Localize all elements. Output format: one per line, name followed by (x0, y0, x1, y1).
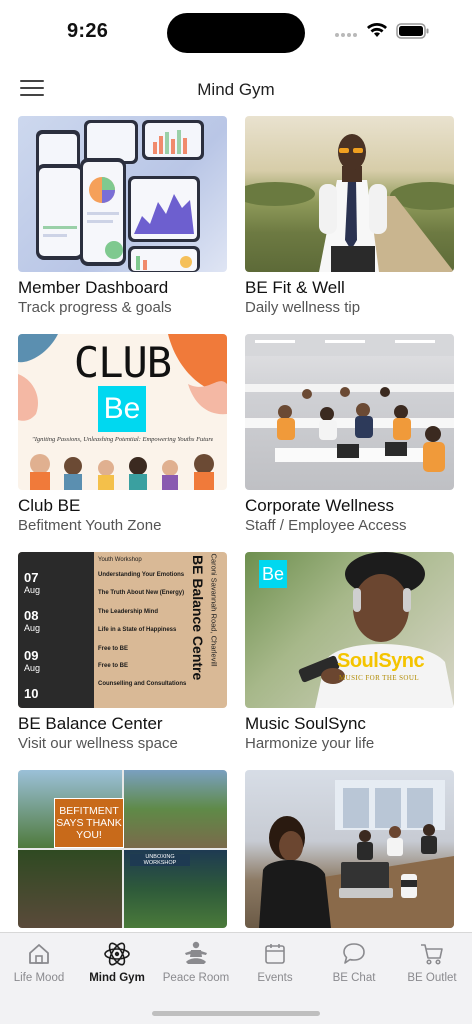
date-1: 08 Aug (24, 608, 41, 633)
session-1: Understanding Your Emotions (98, 571, 185, 578)
meditation-icon (185, 941, 207, 964)
battery-icon (396, 23, 429, 39)
card-music-soulsync[interactable]: Be SoulSync MUSIC FOR THE SOUL Music Sou… (245, 552, 454, 753)
wifi-icon (367, 23, 387, 37)
tab-be-chat[interactable]: BE Chat (315, 939, 393, 984)
workshop-sign: UNBOXING WORKSHOP (130, 854, 190, 866)
card-title: Member Dashboard (18, 278, 169, 297)
card-title: Music SoulSync (245, 714, 366, 733)
be-logo: Be (98, 386, 146, 432)
card-corporate-wellness[interactable]: Corporate Wellness Staff / Employee Acce… (245, 334, 454, 535)
date-0: 07 Aug (24, 570, 41, 595)
tab-mind-gym[interactable]: Mind Gym (78, 939, 156, 984)
card-club-be[interactable]: CLUB Be "Igniting Passions, Unleashing P… (18, 334, 227, 535)
card-be-balance-center[interactable]: 07 Aug 08 Aug 09 Aug 10 Youth Workshop Unde… (18, 552, 227, 753)
navigation-bar: Mind Gym (0, 72, 472, 108)
club-be-image: CLUB Be "Igniting Passions, Unleashing P… (18, 334, 227, 490)
card-title: Club BE (18, 496, 81, 515)
session-4: Life in a State of Happiness (98, 627, 177, 634)
cellular-signal-icon (335, 33, 357, 37)
be-balance-center-image: 07 Aug 08 Aug 09 Aug 10 Youth Workshop Unde… (18, 552, 227, 708)
card-subtitle: Daily wellness tip (245, 299, 361, 316)
home-indicator[interactable] (152, 1011, 320, 1016)
session-6: Free to BE (98, 662, 129, 669)
member-dashboard-image (18, 116, 227, 272)
meeting-image (245, 770, 454, 928)
status-time: 9:26 (67, 20, 109, 42)
corporate-wellness-image (245, 334, 454, 490)
card-subtitle: Befitment Youth Zone (18, 517, 162, 534)
card-title: BE Fit & Well (245, 278, 345, 297)
card-subtitle: Harmonize your life (245, 735, 375, 752)
atom-icon (104, 942, 130, 966)
card-befitment-collage[interactable]: BEFITMENT SAYS THANK YOU! UNBOXING WORKS… (18, 770, 227, 934)
soulsync-brand-text: SoulSync (337, 650, 425, 672)
tab-peace-room[interactable]: Peace Room (157, 939, 235, 984)
tab-label: Events (257, 972, 293, 984)
be-fit-well-image (245, 116, 454, 272)
session-5: Free to BE (98, 645, 129, 652)
calendar-icon (265, 944, 285, 964)
card-meeting[interactable] (245, 770, 454, 934)
tab-events[interactable]: Events (236, 939, 314, 984)
card-member-dashboard[interactable]: Member Dashboard Track progress & goals (18, 116, 227, 317)
music-soulsync-image: Be SoulSync MUSIC FOR THE SOUL (245, 552, 454, 708)
session-2: The Truth About New (Energy) (98, 590, 185, 597)
date-3: 10 (24, 686, 39, 701)
card-subtitle: Track progress & goals (18, 299, 172, 316)
tab-label: BE Outlet (407, 972, 457, 984)
house-icon (29, 944, 49, 964)
dynamic-island (167, 13, 305, 53)
tab-label: Peace Room (162, 972, 230, 984)
session-7: Counselling and Consultations (98, 681, 187, 688)
thank-you-banner: BEFITMENT SAYS THANK YOU! (54, 798, 124, 848)
session-0: Youth Workshop (98, 557, 142, 563)
tab-be-outlet[interactable]: BE Outlet (393, 939, 471, 984)
balance-centre-side-text: BE Balance Centre (190, 555, 206, 681)
club-heading-text: CLUB (73, 338, 172, 387)
tab-label: Mind Gym (89, 972, 145, 984)
card-be-fit-well[interactable]: BE Fit & Well Daily wellness tip (245, 116, 454, 317)
balance-centre-address: Caroni Savannah Road, Charlevill (209, 553, 219, 667)
tab-label: BE Chat (332, 972, 376, 984)
card-subtitle: Staff / Employee Access (245, 517, 407, 534)
cart-icon (421, 944, 443, 965)
be-logo: Be (259, 560, 287, 588)
status-bar: 9:26 (0, 0, 472, 64)
befitment-collage-image: BEFITMENT SAYS THANK YOU! UNBOXING WORKS… (18, 770, 227, 928)
soulsync-tagline-text: MUSIC FOR THE SOUL (339, 674, 419, 682)
date-2: 09 Aug (24, 648, 41, 673)
card-subtitle: Visit our wellness space (18, 735, 178, 752)
card-title: Corporate Wellness (245, 496, 394, 515)
chat-bubble-icon (343, 943, 365, 964)
session-3: The Leadership Mind (98, 608, 159, 615)
page-title: Mind Gym (197, 80, 275, 99)
tab-life-mood[interactable]: Life Mood (0, 939, 78, 984)
club-tagline-text: "Igniting Passions, Unleashing Potential… (32, 436, 213, 443)
tab-label: Life Mood (13, 972, 65, 984)
card-title: BE Balance Center (18, 714, 163, 733)
